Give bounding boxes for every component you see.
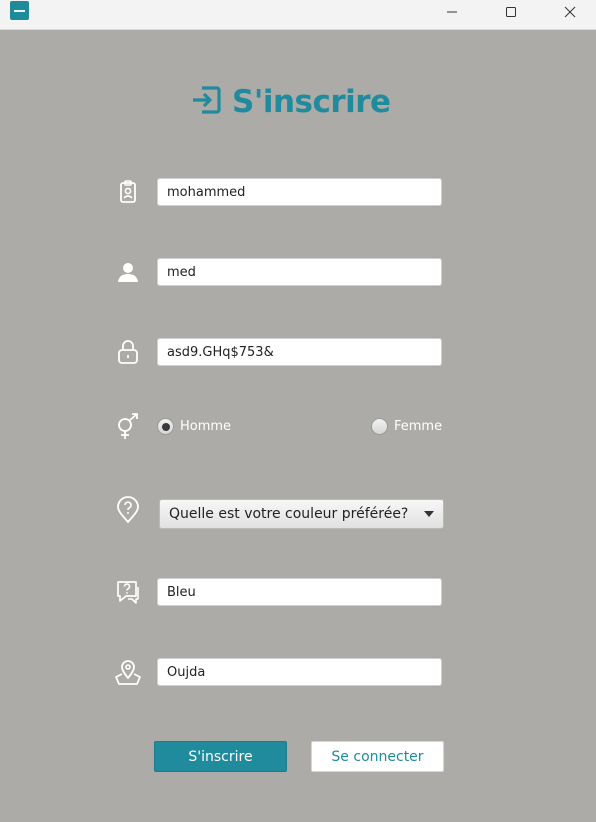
radio-button-homme[interactable] (157, 418, 174, 435)
question-chat-icon (114, 578, 142, 606)
page-title: S'inscrire (232, 84, 391, 120)
sign-in-icon (190, 84, 222, 120)
lock-icon (114, 338, 142, 366)
password-input[interactable] (157, 338, 442, 366)
app-logo-icon (10, 1, 29, 20)
radio-label-homme: Homme (180, 419, 232, 434)
radio-button-femme[interactable] (371, 418, 388, 435)
question-icon (114, 496, 142, 524)
page-heading: S'inscrire (190, 82, 391, 122)
map-pin-icon (114, 658, 142, 686)
close-icon[interactable] (548, 0, 592, 24)
minimize-icon[interactable] (430, 0, 474, 24)
login-button[interactable]: Se connecter (311, 741, 444, 772)
security-answer-input[interactable] (157, 578, 442, 606)
full-name-input[interactable] (157, 178, 442, 206)
gender-icon (114, 413, 142, 441)
maximize-icon[interactable] (489, 0, 533, 24)
username-input[interactable] (157, 258, 442, 286)
gender-radio-femme[interactable]: Femme (371, 418, 442, 435)
gender-radio-homme[interactable]: Homme (157, 418, 231, 435)
security-question-value: Quelle est votre couleur préférée? (169, 506, 409, 522)
user-icon (114, 258, 142, 286)
register-button[interactable]: S'inscrire (154, 741, 287, 772)
city-input[interactable] (157, 658, 442, 686)
chevron-down-icon[interactable] (424, 511, 434, 517)
radio-label-femme: Femme (394, 419, 443, 434)
security-question-select[interactable]: Quelle est votre couleur préférée? (159, 499, 444, 529)
id-badge-icon (114, 178, 142, 206)
window-titlebar (0, 0, 596, 30)
